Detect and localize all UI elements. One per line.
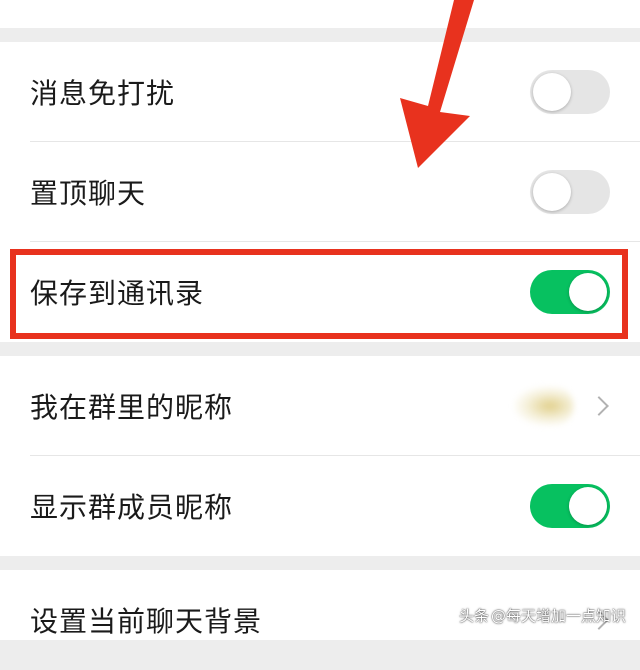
watermark-brand: 头条 [458,607,489,625]
show-member-nicknames-toggle[interactable] [530,484,610,528]
mute-notifications-toggle[interactable] [530,70,610,114]
watermark: 头条 @每天增加一点知识 [459,605,626,626]
show-member-nicknames-label: 显示群成员昵称 [30,491,234,524]
chevron-right-icon [589,396,609,416]
group-chat-settings-screen: 消息免打扰 置顶聊天 保存到通讯录 我在群里的昵称 显示群成员昵称 设置当前聊天… [0,0,640,640]
row-mute-notifications[interactable]: 消息免打扰 [0,42,640,142]
mute-notifications-label: 消息免打扰 [30,77,176,110]
highlight-box [10,249,628,339]
toggle-knob [569,487,607,525]
settings-group-nickname: 我在群里的昵称 显示群成员昵称 [0,356,640,556]
settings-group-top-remnant [0,0,640,28]
set-chat-background-label: 设置当前聊天背景 [30,605,263,638]
toggle-knob [533,73,571,111]
row-my-group-nickname[interactable]: 我在群里的昵称 [0,356,640,456]
row-show-member-nicknames[interactable]: 显示群成员昵称 [0,456,640,556]
toggle-knob [533,173,571,211]
watermark-handle: @每天增加一点知识 [490,607,626,625]
pin-chat-toggle[interactable] [530,170,610,214]
pin-chat-label: 置顶聊天 [30,177,147,210]
blurred-nickname-value [514,386,574,426]
my-group-nickname-label: 我在群里的昵称 [30,391,234,424]
row-pin-chat[interactable]: 置顶聊天 [0,142,640,242]
